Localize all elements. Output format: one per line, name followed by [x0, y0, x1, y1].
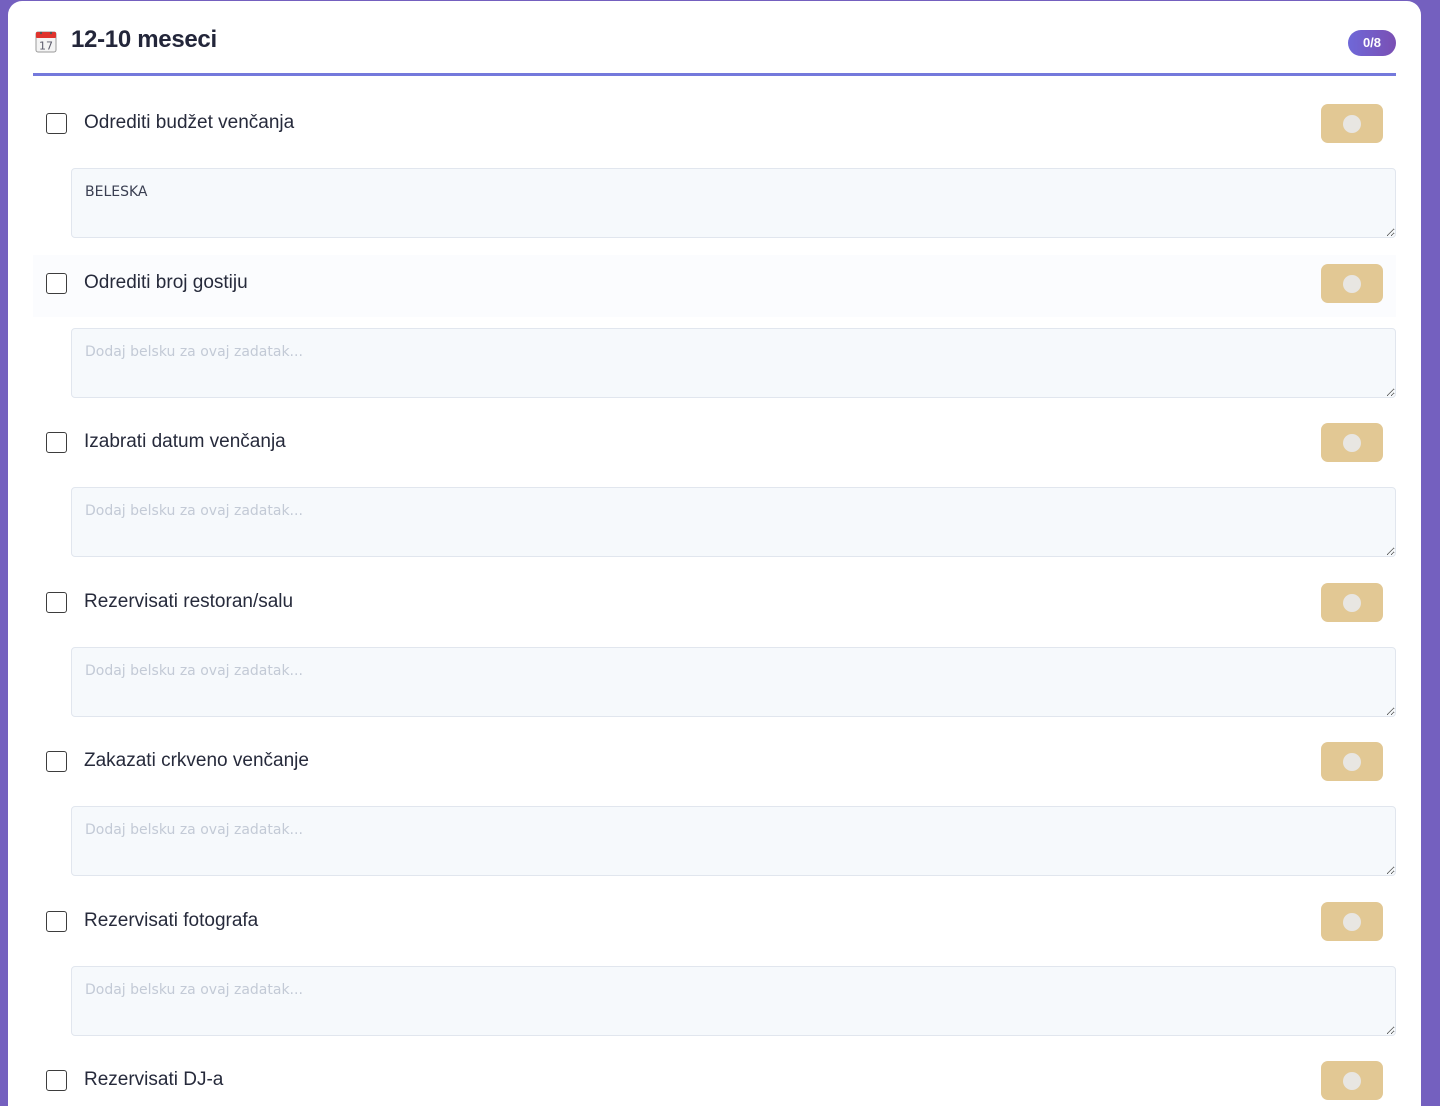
calendar-icon: 17 [35, 31, 57, 53]
task-toggle[interactable] [1321, 423, 1383, 462]
task-note-input[interactable] [71, 966, 1396, 1036]
task-label: Izabrati datum venčanja [84, 431, 286, 452]
task-toggle[interactable] [1321, 104, 1383, 143]
task-row: Zakazati crkveno venčanje [33, 733, 1396, 795]
checklist-card: 17 12-10 meseci 0/8 Odrediti budžet venč… [8, 1, 1421, 1106]
task-checkbox[interactable] [46, 1070, 67, 1091]
task-note-input[interactable] [71, 806, 1396, 876]
task-label: Zakazati crkveno venčanje [84, 750, 309, 771]
task-row: Rezervisati fotografa [33, 893, 1396, 955]
task-toggle[interactable] [1321, 742, 1383, 781]
task-label: Odrediti budžet venčanja [84, 112, 295, 133]
toggle-knob [1343, 115, 1361, 133]
calendar-icon-date: 17 [39, 40, 53, 53]
task-checkbox[interactable] [46, 432, 67, 453]
toggle-knob [1343, 913, 1361, 931]
task-checkbox[interactable] [46, 911, 67, 932]
task-checkbox[interactable] [46, 592, 67, 613]
toggle-knob [1343, 1072, 1361, 1090]
task-row: Rezervisati DJ-a [33, 1052, 1396, 1106]
task-row: Odrediti broj gostiju [33, 255, 1396, 317]
page-title: 12-10 meseci [71, 26, 217, 53]
task-row: Izabrati datum venčanja [33, 414, 1396, 476]
task-toggle[interactable] [1321, 902, 1383, 941]
toggle-knob [1343, 275, 1361, 293]
task-checkbox[interactable] [46, 751, 67, 772]
task-toggle[interactable] [1321, 1061, 1383, 1100]
task-label: Rezervisati fotografa [84, 910, 259, 931]
task-row: Rezervisati restoran/salu [33, 574, 1396, 636]
task-checkbox[interactable] [46, 113, 67, 134]
task-label: Rezervisati DJ-a [84, 1069, 224, 1090]
task-note-input[interactable] [71, 647, 1396, 717]
task-row: Odrediti budžet venčanja [33, 95, 1396, 157]
toggle-knob [1343, 434, 1361, 452]
toggle-knob [1343, 594, 1361, 612]
task-label: Odrediti broj gostiju [84, 272, 248, 293]
task-note-input[interactable]: BELESKA [71, 168, 1396, 238]
toggle-knob [1343, 753, 1361, 771]
task-checkbox[interactable] [46, 273, 67, 294]
progress-badge: 0/8 [1348, 30, 1396, 56]
task-note-input[interactable] [71, 328, 1396, 398]
task-label: Rezervisati restoran/salu [84, 591, 294, 612]
section-header: 17 12-10 meseci 0/8 [33, 1, 1396, 76]
task-note-input[interactable] [71, 487, 1396, 557]
task-toggle[interactable] [1321, 583, 1383, 622]
task-toggle[interactable] [1321, 264, 1383, 303]
